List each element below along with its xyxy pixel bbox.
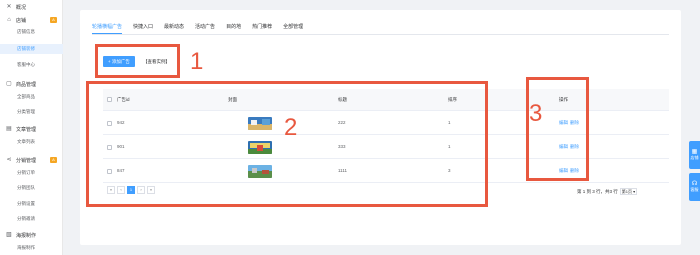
float-tab-label: 客服 — [690, 187, 699, 192]
annotation-box-1 — [95, 44, 180, 78]
tab-hot-recommend[interactable]: 热门推荐 — [252, 20, 272, 34]
sidebar-group-overview[interactable]: ✕ 概况 — [0, 2, 63, 12]
sidebar-group-poster[interactable]: ▧ 海报制作 — [0, 230, 63, 240]
sidebar-group-label: 文章管理 — [16, 126, 37, 133]
annotation-box-2 — [86, 81, 488, 207]
tab-all-manage[interactable]: 全部管理 — [283, 20, 303, 34]
document-icon: ▤ — [6, 126, 12, 132]
sidebar-item-all-goods[interactable]: 全部商品 — [0, 92, 63, 102]
collapse-badge[interactable]: A — [50, 157, 57, 163]
sidebar-group-distribution[interactable]: ⋖ 分销管理 A — [0, 155, 63, 165]
sidebar-group-shop[interactable]: ⌂ 店铺 A — [0, 15, 63, 25]
annotation-number-1: 1 — [190, 48, 204, 75]
sidebar-item-dist-orders[interactable]: 分销订单 — [0, 168, 63, 178]
sidebar-item-dist-team[interactable]: 分销团队 — [0, 183, 63, 193]
float-tab-service[interactable]: ☊ 客服 — [689, 173, 700, 201]
sidebar-item-dist-invite[interactable]: 分销邀请 — [0, 214, 63, 224]
close-cross-icon: ✕ — [6, 4, 12, 10]
sidebar-group-goods[interactable]: ▢ 商品管理 — [0, 79, 63, 89]
page-size-select[interactable]: 第1页 ▾ — [619, 188, 638, 195]
sidebar-item-poster[interactable]: 海报制作 — [0, 243, 63, 253]
sidebar-item-shop-decoration[interactable]: 店铺装修 — [0, 44, 63, 54]
annotation-number-3: 3 — [529, 100, 543, 127]
tab-quick-entry[interactable]: 快捷入口 — [133, 20, 153, 34]
box-icon: ▢ — [6, 81, 12, 87]
tab-activity-ads[interactable]: 活动广告 — [195, 20, 215, 34]
sidebar-group-label: 商品管理 — [16, 81, 37, 88]
float-tab-shop[interactable]: ▦ 店铺 — [689, 141, 700, 169]
sidebar-item-service-center[interactable]: 客服中心 — [0, 60, 63, 70]
tabs-divider — [92, 34, 669, 35]
tab-destination[interactable]: 目的地 — [226, 20, 241, 34]
annotation-number-2: 2 — [284, 114, 298, 141]
sidebar-item-category[interactable]: 分类管理 — [0, 107, 63, 117]
sidebar-group-label: 概况 — [16, 4, 27, 11]
float-tab-label: 店铺 — [690, 155, 699, 160]
home-icon: ⌂ — [7, 17, 11, 23]
sidebar-item-shop-info[interactable]: 店铺信息 — [0, 27, 63, 37]
sidebar: ✕ 概况 ⌂ 店铺 A 店铺信息 店铺装修 客服中心 ▢ 商品管理 全部商品 分… — [0, 0, 63, 255]
pagination-summary: 第 1 到 3 行，共3 行 — [577, 188, 618, 194]
sidebar-item-dist-settings[interactable]: 分销设置 — [0, 199, 63, 209]
sidebar-group-label: 分销管理 — [16, 157, 37, 164]
share-icon: ⋖ — [6, 157, 12, 163]
sidebar-group-label: 海报制作 — [16, 232, 37, 239]
tab-banner-ads[interactable]: 轮播横幅广告 — [92, 20, 123, 34]
tab-bar: 轮播横幅广告 快捷入口 最新动态 活动广告 目的地 热门推荐 全部管理 — [92, 20, 314, 40]
tab-latest-news[interactable]: 最新动态 — [164, 20, 184, 34]
sidebar-group-article[interactable]: ▤ 文章管理 — [0, 124, 63, 134]
sidebar-group-label: 店铺 — [16, 17, 27, 24]
image-icon: ▧ — [6, 232, 12, 238]
annotation-box-3 — [526, 77, 589, 181]
collapse-badge[interactable]: A — [50, 17, 57, 23]
pagination-info: 第 1 到 3 行，共3 行 第1页 ▾ — [577, 188, 638, 195]
sidebar-item-article-list[interactable]: 文章列表 — [0, 137, 63, 147]
